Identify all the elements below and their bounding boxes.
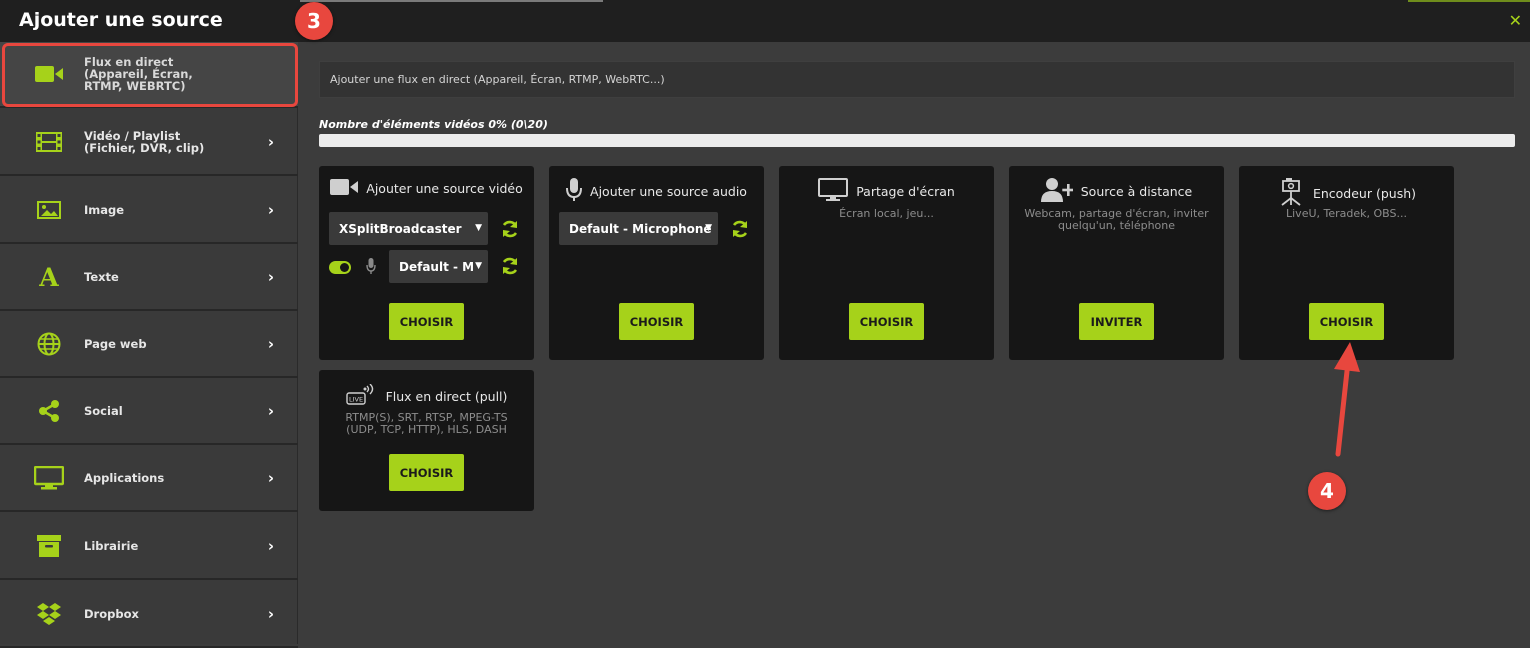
chevron-right-icon: › xyxy=(267,537,274,555)
choose-live-pull-button[interactable]: CHOISIR xyxy=(389,454,464,491)
sidebar-item-label: Dropbox xyxy=(84,607,139,621)
card-description: RTMP(S), SRT, RTSP, MPEG-TS (UDP, TCP, H… xyxy=(345,411,508,436)
microphone-icon xyxy=(366,258,376,274)
card-title: Encodeur (push) xyxy=(1312,186,1417,201)
card-title: Ajouter une source audio xyxy=(590,184,747,199)
card-header: Ajouter une source audio xyxy=(549,178,764,205)
add-user-icon xyxy=(1040,178,1075,205)
video-device-select[interactable]: XSplitBroadcaster ▼ xyxy=(329,212,488,245)
dialog-title: Ajouter une source xyxy=(19,9,223,31)
sidebar-item-texte[interactable]: A Texte › xyxy=(0,245,298,311)
video-camera-icon xyxy=(330,178,359,199)
encoder-icon xyxy=(1277,178,1305,209)
card-header: Ajouter une source vidéo xyxy=(319,178,534,199)
audio-toggle[interactable] xyxy=(329,261,351,274)
refresh-icon[interactable] xyxy=(730,219,750,239)
card-title: Ajouter une source vidéo xyxy=(366,181,523,196)
sidebar-item-video-playlist[interactable]: Vidéo / Playlist (Fichier, DVR, clip) › xyxy=(0,110,298,176)
sidebar-item-librairie[interactable]: Librairie › xyxy=(0,514,298,580)
card-description: Webcam, partage d'écran, inviter quelqu'… xyxy=(1024,207,1209,232)
annotation-step-badge: 3 xyxy=(295,2,333,40)
card-live-pull: LIVE Flux en direct (pull) RTMP(S), SRT,… xyxy=(319,370,534,511)
card-header: Encodeur (push) xyxy=(1239,178,1454,209)
image-icon xyxy=(34,197,64,223)
chevron-right-icon: › xyxy=(267,133,274,151)
card-title: Source à distance xyxy=(1080,184,1193,199)
video-count-progress xyxy=(319,134,1515,147)
sidebar-item-label: Vidéo / Playlist (Fichier, DVR, clip) xyxy=(84,129,205,155)
card-header: Partage d'écran xyxy=(779,178,994,205)
monitor-icon xyxy=(818,178,849,205)
card-description: LiveU, Teradek, OBS... xyxy=(1286,207,1407,220)
microphone-select[interactable]: Default - Microphone ▼ xyxy=(559,212,718,245)
annotation-step-badge: 4 xyxy=(1308,472,1346,510)
title-bar-accent xyxy=(1408,0,1530,2)
invite-button[interactable]: INVITER xyxy=(1079,303,1154,340)
select-value: Default - Microphone xyxy=(569,221,712,236)
share-icon xyxy=(34,398,64,424)
microphone-icon xyxy=(566,178,583,205)
video-count-label: Nombre d'éléments vidéos 0% (0\20) xyxy=(319,118,548,131)
source-type-sidebar: Flux en direct (Appareil, Écran, RTMP, W… xyxy=(0,42,298,648)
refresh-icon[interactable] xyxy=(500,256,520,276)
monitor-icon xyxy=(34,465,64,491)
search-input[interactable] xyxy=(320,62,1514,97)
card-video-source: Ajouter une source vidéo XSplitBroadcast… xyxy=(319,166,534,360)
annotation-highlight xyxy=(2,43,298,107)
sidebar-item-label: Social xyxy=(84,404,123,418)
film-icon xyxy=(34,129,64,155)
title-bar-divider xyxy=(300,0,603,2)
card-description: Écran local, jeu... xyxy=(839,207,934,220)
card-header: Source à distance xyxy=(1009,178,1224,205)
card-screen-share: Partage d'écran Écran local, jeu... CHOI… xyxy=(779,166,994,360)
refresh-icon[interactable] xyxy=(500,219,520,239)
choose-screen-share-button[interactable]: CHOISIR xyxy=(849,303,924,340)
annotation-arrow xyxy=(1334,342,1360,457)
chevron-right-icon: › xyxy=(267,268,274,286)
select-value: Default - M xyxy=(399,259,475,274)
choose-audio-source-button[interactable]: CHOISIR xyxy=(619,303,694,340)
sidebar-item-social[interactable]: Social › xyxy=(0,379,298,445)
sidebar-item-dropbox[interactable]: Dropbox › xyxy=(0,582,298,648)
chevron-right-icon: › xyxy=(267,469,274,487)
caret-down-icon: ▼ xyxy=(475,261,482,271)
chevron-right-icon: › xyxy=(267,201,274,219)
close-icon[interactable]: ✕ xyxy=(1509,11,1522,30)
audio-device-select[interactable]: Default - M ▼ xyxy=(389,250,488,283)
sidebar-item-label: Page web xyxy=(84,337,147,351)
card-title: Partage d'écran xyxy=(856,184,955,199)
chevron-right-icon: › xyxy=(267,335,274,353)
caret-down-icon: ▼ xyxy=(705,223,712,233)
title-bar: Ajouter une source ✕ xyxy=(0,0,1530,42)
sidebar-item-image[interactable]: Image › xyxy=(0,178,298,244)
chevron-right-icon: › xyxy=(267,605,274,623)
globe-icon xyxy=(34,331,64,357)
chevron-right-icon: › xyxy=(267,402,274,420)
text-icon: A xyxy=(39,262,59,292)
live-icon: LIVE xyxy=(345,383,378,409)
sidebar-item-label: Image xyxy=(84,203,125,217)
archive-icon xyxy=(34,533,64,559)
svg-text:LIVE: LIVE xyxy=(349,396,363,404)
card-audio-source: Ajouter une source audio Default - Micro… xyxy=(549,166,764,360)
sidebar-item-applications[interactable]: Applications › xyxy=(0,446,298,512)
dropbox-icon xyxy=(34,601,64,627)
sidebar-item-page-web[interactable]: Page web › xyxy=(0,312,298,378)
card-remote-source: Source à distance Webcam, partage d'écra… xyxy=(1009,166,1224,360)
caret-down-icon: ▼ xyxy=(475,223,482,233)
choose-video-source-button[interactable]: CHOISIR xyxy=(389,303,464,340)
sidebar-item-label: Applications xyxy=(84,471,165,485)
card-header: LIVE Flux en direct (pull) xyxy=(319,383,534,409)
sidebar-item-label: Librairie xyxy=(84,539,139,553)
card-title: Flux en direct (pull) xyxy=(385,389,508,404)
select-value: XSplitBroadcaster xyxy=(339,221,462,236)
sidebar-item-label: Texte xyxy=(84,270,119,284)
search-field[interactable] xyxy=(319,61,1515,98)
